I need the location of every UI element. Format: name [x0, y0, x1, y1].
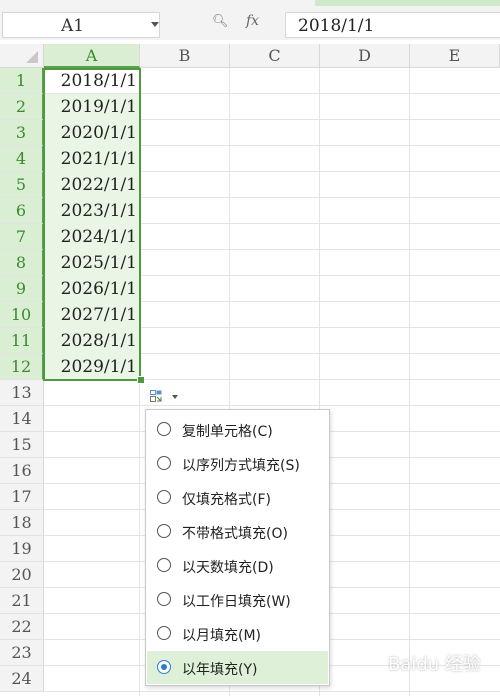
cell-a8[interactable]: 2025/1/1	[44, 250, 140, 276]
row-header-7[interactable]: 7	[0, 224, 44, 250]
row-header-3[interactable]: 3	[0, 120, 44, 146]
cell-a5[interactable]: 2022/1/1	[44, 172, 140, 198]
row-header-8[interactable]: 8	[0, 250, 44, 276]
name-box-value: A1	[61, 16, 85, 36]
menu-item-label: 以天数填充(D)	[182, 560, 274, 576]
menu-item-label: 以年填充(Y)	[182, 662, 258, 678]
row-header-10[interactable]: 10	[0, 302, 44, 328]
column-header-c[interactable]: C	[230, 44, 320, 68]
fx-icon[interactable]: fx	[246, 13, 259, 29]
cell-a3[interactable]: 2020/1/1	[44, 120, 140, 146]
menu-item-1[interactable]: 复制单元格(C)	[147, 413, 328, 446]
radio-dot-icon	[160, 663, 167, 670]
menu-item-label: 以序列方式填充(S)	[182, 458, 300, 474]
row-header-23[interactable]: 23	[0, 640, 44, 666]
radio-icon[interactable]	[157, 592, 171, 606]
column-gridline	[409, 68, 410, 696]
auto-fill-options-button[interactable]	[148, 388, 184, 406]
row-header-2[interactable]: 2	[0, 94, 44, 120]
column-header-b[interactable]: B	[140, 44, 230, 68]
column-header-d[interactable]: D	[320, 44, 410, 68]
cell-a12[interactable]: 2029/1/1	[44, 354, 140, 380]
row-header-12[interactable]: 12	[0, 354, 44, 380]
cell-a2[interactable]: 2019/1/1	[44, 94, 140, 120]
toolbar-accent-strip	[315, 0, 500, 6]
formula-value: 2018/1/1	[298, 16, 375, 36]
menu-item-7[interactable]: 以月填充(M)	[147, 617, 328, 650]
row-header-13[interactable]: 13	[0, 380, 44, 406]
radio-icon[interactable]	[157, 558, 171, 572]
row-gridline	[44, 405, 500, 406]
auto-fill-options-menu: 复制单元格(C) 以序列方式填充(S) 仅填充格式(F) 不带格式填充(O) 以天数填充…	[145, 409, 330, 686]
menu-item-label: 不带格式填充(O)	[182, 526, 288, 542]
chevron-down-icon[interactable]	[172, 395, 178, 399]
menu-item-label: 复制单元格(C)	[182, 424, 273, 440]
radio-icon[interactable]	[157, 660, 171, 674]
row-gridline	[44, 691, 500, 692]
select-all-corner[interactable]	[0, 44, 44, 68]
menu-item-4[interactable]: 不带格式填充(O)	[147, 515, 328, 548]
row-header-16[interactable]: 16	[0, 458, 44, 484]
cell-a4[interactable]: 2021/1/1	[44, 146, 140, 172]
row-header-18[interactable]: 18	[0, 510, 44, 536]
cell-a11[interactable]: 2028/1/1	[44, 328, 140, 354]
formula-bar: A1 🔍︎ fx 2018/1/1	[0, 0, 500, 40]
menu-item-5[interactable]: 以天数填充(D)	[147, 549, 328, 582]
menu-item-3[interactable]: 仅填充格式(F)	[147, 481, 328, 514]
menu-item-8[interactable]: 以年填充(Y)	[147, 651, 328, 684]
radio-icon[interactable]	[157, 524, 171, 538]
row-header-20[interactable]: 20	[0, 562, 44, 588]
chevron-down-icon[interactable]	[151, 22, 159, 27]
radio-icon[interactable]	[157, 626, 171, 640]
row-header-11[interactable]: 11	[0, 328, 44, 354]
menu-item-label: 以工作日填充(W)	[182, 594, 291, 610]
auto-fill-icon	[150, 390, 162, 402]
row-header-24[interactable]: 24	[0, 666, 44, 692]
cell-a9[interactable]: 2026/1/1	[44, 276, 140, 302]
row-header-17[interactable]: 17	[0, 484, 44, 510]
cell-a1[interactable]: 2018/1/1	[44, 68, 140, 94]
row-header-6[interactable]: 6	[0, 198, 44, 224]
radio-icon[interactable]	[157, 422, 171, 436]
column-header-a[interactable]: A	[44, 44, 140, 68]
column-header-e[interactable]: E	[410, 44, 500, 68]
row-header-1[interactable]: 1	[0, 68, 44, 94]
cell-a10[interactable]: 2027/1/1	[44, 302, 140, 328]
row-header-19[interactable]: 19	[0, 536, 44, 562]
watermark: Baidu 经验	[388, 654, 481, 675]
radio-icon[interactable]	[157, 490, 171, 504]
row-header-22[interactable]: 22	[0, 614, 44, 640]
fill-handle[interactable]	[137, 376, 145, 384]
select-all-triangle-icon	[26, 51, 38, 63]
zoom-icon[interactable]: 🔍︎	[212, 14, 229, 29]
cell-a7[interactable]: 2024/1/1	[44, 224, 140, 250]
row-header-21[interactable]: 21	[0, 588, 44, 614]
radio-icon[interactable]	[157, 456, 171, 470]
row-header-9[interactable]: 9	[0, 276, 44, 302]
row-header-5[interactable]: 5	[0, 172, 44, 198]
name-box[interactable]: A1	[2, 12, 160, 38]
menu-item-label: 以月填充(M)	[182, 628, 262, 644]
row-header-4[interactable]: 4	[0, 146, 44, 172]
row-header-15[interactable]: 15	[0, 432, 44, 458]
menu-item-2[interactable]: 以序列方式填充(S)	[147, 447, 328, 480]
menu-item-6[interactable]: 以工作日填充(W)	[147, 583, 328, 616]
row-header-14[interactable]: 14	[0, 406, 44, 432]
menu-item-label: 仅填充格式(F)	[182, 492, 271, 508]
formula-input[interactable]: 2018/1/1	[285, 12, 500, 38]
cell-a6[interactable]: 2023/1/1	[44, 198, 140, 224]
